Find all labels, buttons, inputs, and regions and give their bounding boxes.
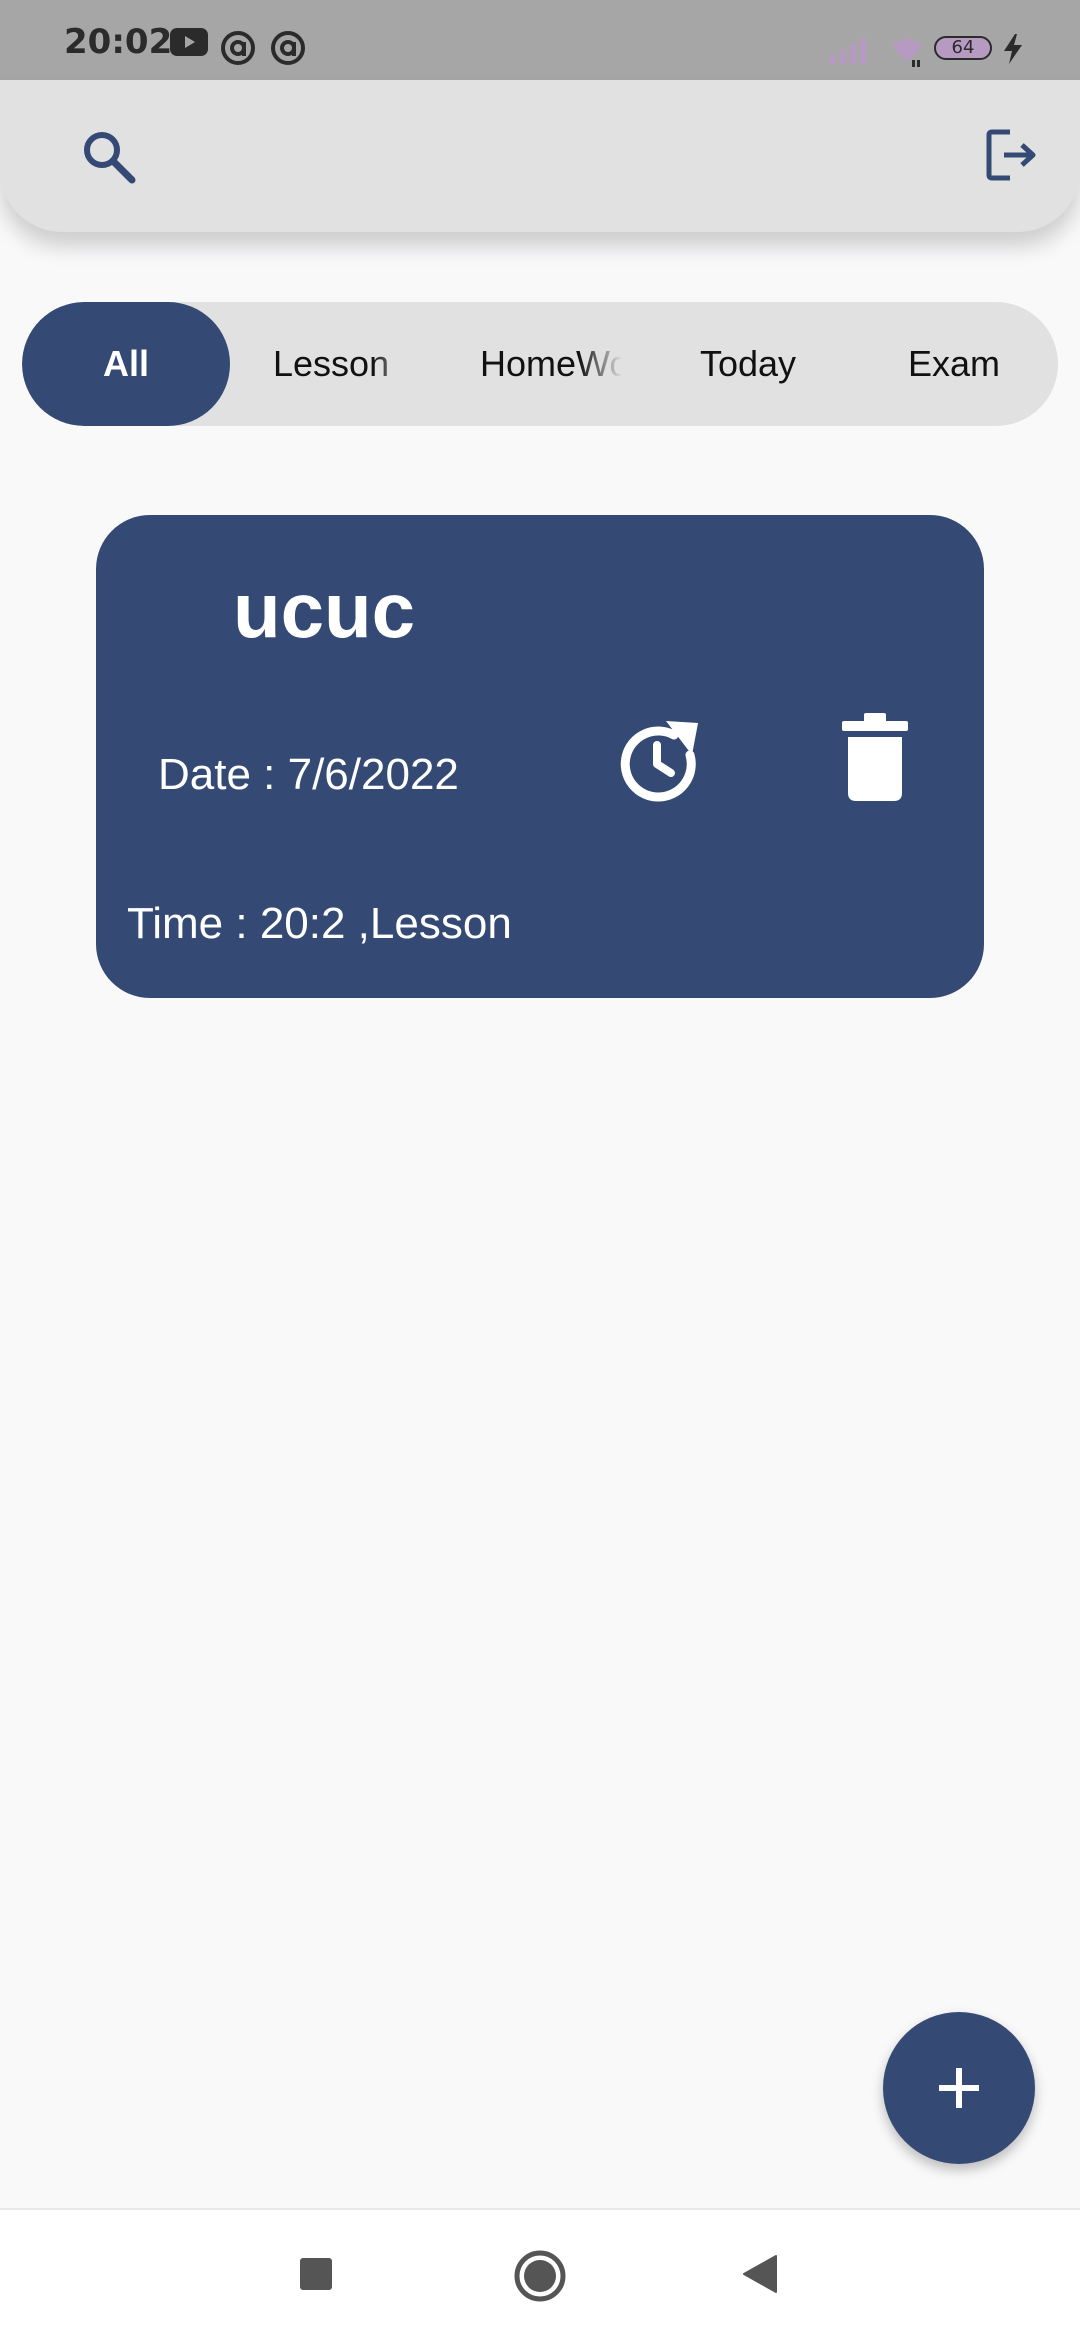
tab-homework[interactable]: HomeWork xyxy=(480,302,622,426)
signal-icon xyxy=(830,38,866,64)
tab-exam[interactable]: Exam xyxy=(850,302,1058,426)
delete-icon[interactable] xyxy=(840,713,910,803)
at-sign-icon xyxy=(221,31,255,65)
screen: 20:02 64 All Lesson HomeWo Today Exam uc… xyxy=(0,0,1080,2340)
card-time: Time : 20:2 ,Lesson xyxy=(127,899,512,948)
tab-lesson[interactable]: Lesson xyxy=(273,302,415,426)
at-sign-icon xyxy=(271,31,305,65)
plus-icon xyxy=(939,2068,979,2108)
home-icon[interactable] xyxy=(513,2249,567,2303)
battery-indicator: 64 xyxy=(934,36,992,60)
category-tabs: All Lesson HomeWork Today Exam xyxy=(22,302,1058,426)
task-card[interactable]: ucuc Date : 7/6/2022 Time : 20:2 ,Lesson xyxy=(96,515,984,998)
add-task-button[interactable] xyxy=(883,2012,1035,2164)
reschedule-icon[interactable] xyxy=(616,715,706,805)
card-title: ucuc xyxy=(233,566,416,654)
wifi-icon xyxy=(892,39,922,67)
recents-icon[interactable] xyxy=(298,2256,334,2292)
tab-all[interactable]: All xyxy=(22,302,230,426)
tab-today[interactable]: Today xyxy=(644,302,852,426)
system-nav-bar xyxy=(0,2208,1080,2340)
status-bar: 20:02 64 xyxy=(0,0,1080,80)
search-icon[interactable] xyxy=(80,128,138,186)
status-time: 20:02 xyxy=(64,22,173,62)
logout-icon[interactable] xyxy=(984,126,1040,184)
card-date: Date : 7/6/2022 xyxy=(158,750,459,799)
youtube-icon xyxy=(170,28,208,56)
charging-icon xyxy=(1004,34,1022,64)
back-icon[interactable] xyxy=(742,2254,778,2294)
top-app-bar xyxy=(0,80,1080,232)
